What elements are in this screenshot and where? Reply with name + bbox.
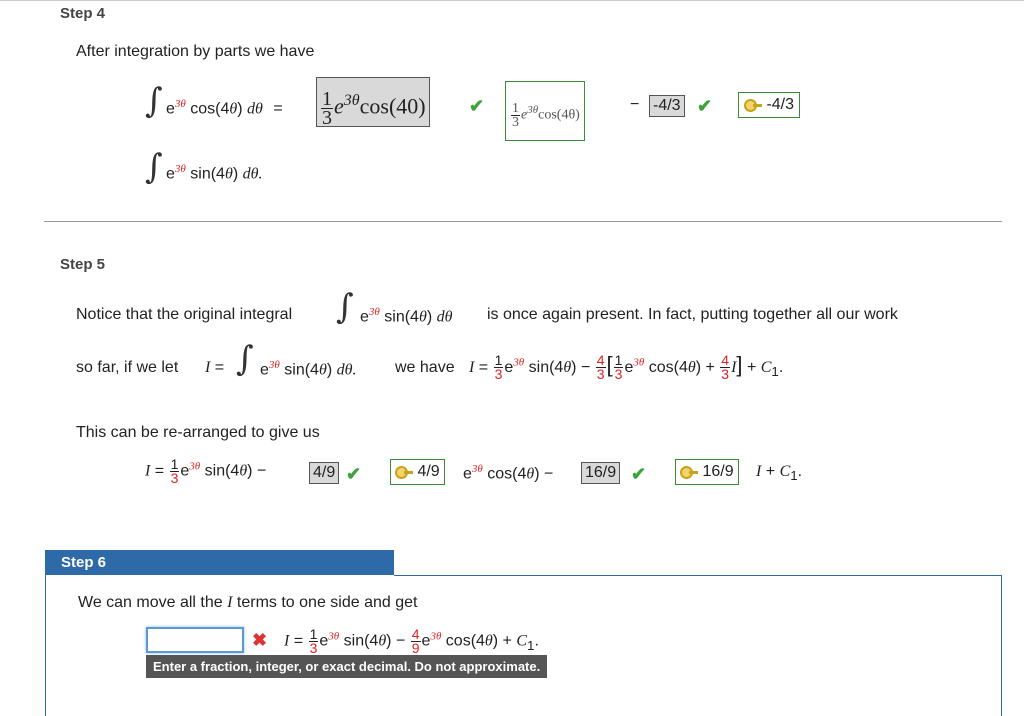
step5-gray-answer-2: 16/9 bbox=[581, 462, 621, 484]
step4-green-coef: -4/3 bbox=[738, 92, 801, 118]
divider bbox=[44, 221, 1002, 222]
step4-line2: e3θ sin(4θ) dθ. bbox=[166, 163, 263, 183]
step6-tab: Step 6 bbox=[45, 550, 394, 575]
integral-sign: ∫ bbox=[236, 339, 254, 379]
step4-label: Step 4 bbox=[60, 5, 106, 22]
key-icon bbox=[395, 465, 413, 479]
integral-sign: ∫ bbox=[145, 81, 163, 121]
key-icon bbox=[744, 98, 762, 112]
step5-result-expr: I = 1 3 e3θ sin(4θ) − 4 3[1 3 e3θ cos(4θ) + 4… bbox=[469, 352, 784, 383]
step5-green-answer-1: 4/9 bbox=[390, 459, 445, 485]
step4-intro: After integration by parts we have bbox=[76, 43, 315, 60]
integral-sign: ∫ bbox=[145, 147, 163, 187]
page-top-border bbox=[0, 0, 1024, 4]
input-hint-tooltip: Enter a fraction, integer, or exact deci… bbox=[146, 655, 548, 678]
step5-we-have: we have bbox=[395, 359, 455, 376]
step5-text3: This can be re-arranged to give us bbox=[76, 424, 320, 441]
step5-let-expr: e3θ sin(4θ) dθ. bbox=[260, 359, 357, 379]
step5-text1a: Notice that the original integral bbox=[76, 306, 293, 323]
check-icon: ✔ bbox=[631, 464, 647, 484]
step5-label: Step 5 bbox=[60, 256, 106, 273]
step4-line1-lhs: e3θ cos(4θ) dθ = bbox=[166, 98, 283, 118]
step4-minus: − bbox=[630, 96, 640, 113]
check-icon: ✔ bbox=[469, 96, 485, 116]
step5-expr-end: I + C1. bbox=[756, 463, 803, 484]
check-icon: ✔ bbox=[697, 96, 713, 116]
integral-sign: ∫ bbox=[336, 287, 354, 327]
check-icon: ✔ bbox=[346, 464, 362, 484]
error-x-icon: ✖ bbox=[252, 630, 268, 650]
step6-expr: I = 1 3 e3θ sin(4θ) − 4 9 e3θ cos(4θ) + C1. bbox=[284, 626, 539, 656]
answer-input[interactable] bbox=[146, 627, 244, 653]
step4-green-answer: 1 3 e3θcos(4θ) bbox=[505, 81, 585, 141]
step5-let-I: I = bbox=[205, 359, 225, 376]
step5-text1b: is once again present. In fact, putting … bbox=[487, 306, 898, 323]
step5-gray-answer-1: 4/9 bbox=[309, 462, 340, 484]
step5-rearranged-expr: I = 1 3 e3θ sin(4θ) − bbox=[145, 456, 267, 486]
step5-green-answer-2: 16/9 bbox=[675, 459, 739, 485]
step5-text2a: so far, if we let bbox=[76, 359, 179, 376]
step6-text: We can move all the I terms to one side … bbox=[78, 594, 418, 611]
step4-gray-coef: -4/3 bbox=[649, 95, 685, 117]
step5-expr-mid: e3θ cos(4θ) − bbox=[463, 463, 554, 483]
step5-integral-expr: e3θ sin(4θ) dθ bbox=[360, 306, 453, 326]
key-icon bbox=[680, 465, 698, 479]
step4-gray-answer: 1 3 e3θcos(40) bbox=[316, 77, 430, 128]
